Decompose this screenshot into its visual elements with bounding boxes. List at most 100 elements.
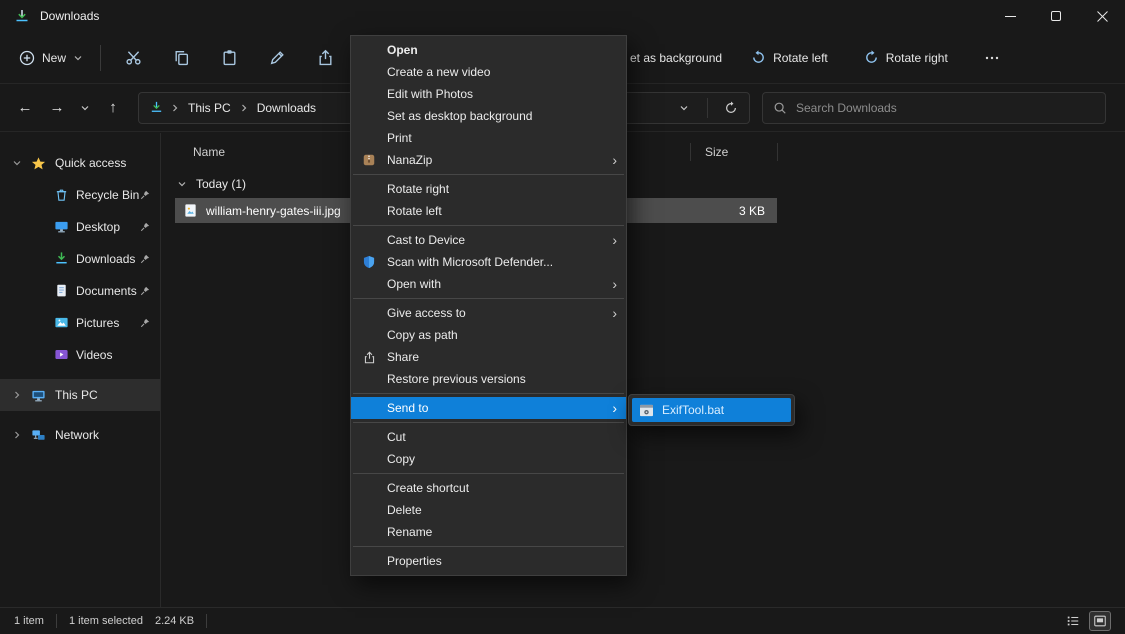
chevron-right-icon[interactable] (12, 390, 22, 400)
defender-shield-icon (361, 254, 377, 270)
column-header-size[interactable]: Size (705, 145, 728, 159)
menu-item-delete[interactable]: Delete (351, 499, 626, 521)
menu-item-set-as-desktop-background[interactable]: Set as desktop background (351, 105, 626, 127)
breadcrumb-downloads[interactable]: Downloads (255, 99, 318, 117)
search-icon (773, 101, 787, 115)
search-input[interactable] (796, 101, 1095, 115)
large-icons-view-button[interactable] (1089, 611, 1111, 631)
menu-item-send-to[interactable]: Send to › (351, 397, 626, 419)
new-button-label: New (42, 51, 66, 65)
paste-button[interactable] (208, 42, 250, 73)
selection-count: 1 item selected (69, 615, 143, 627)
rotate-right-button[interactable]: Rotate right (855, 43, 957, 72)
menu-item-copy-as-path[interactable]: Copy as path (351, 324, 626, 346)
maximize-button[interactable] (1033, 0, 1079, 32)
pin-icon (139, 221, 151, 233)
menu-item-open[interactable]: Open (351, 39, 626, 61)
search-box[interactable] (762, 92, 1106, 124)
group-header-today[interactable]: Today (1) (161, 177, 1125, 191)
chevron-down-icon[interactable] (177, 179, 187, 189)
this-pc-icon (31, 388, 46, 403)
titlebar: Downloads (0, 0, 1125, 32)
set-as-background-label[interactable]: et as background (630, 51, 722, 65)
forward-button[interactable]: → (42, 93, 72, 123)
menu-separator (353, 393, 624, 394)
cut-button[interactable] (112, 42, 154, 73)
submenu-arrow-icon: › (612, 399, 617, 417)
copy-button[interactable] (160, 42, 202, 73)
sidebar-item-videos[interactable]: Videos (0, 339, 160, 371)
submenu-arrow-icon: › (612, 151, 617, 169)
toolbar-divider (100, 45, 101, 71)
menu-item-cut[interactable]: Cut (351, 426, 626, 448)
menu-item-give-access-to[interactable]: Give access to › (351, 302, 626, 324)
menu-item-create-a-new-video[interactable]: Create a new video (351, 61, 626, 83)
menu-item-rename[interactable]: Rename (351, 521, 626, 543)
menu-item-label: Open with (387, 277, 441, 291)
menu-item-copy[interactable]: Copy (351, 448, 626, 470)
address-dropdown-button[interactable] (670, 95, 698, 121)
ellipsis-icon (984, 50, 1000, 66)
sidebar-item-downloads[interactable]: Downloads (0, 243, 160, 275)
details-view-button[interactable] (1062, 611, 1084, 631)
copy-icon (173, 49, 190, 66)
sidebar-item-documents[interactable]: Documents (0, 275, 160, 307)
sidebar-item-quick-access[interactable]: Quick access (0, 147, 160, 179)
menu-item-scan-with-defender[interactable]: Scan with Microsoft Defender... (351, 251, 626, 273)
menu-item-label: Cast to Device (387, 233, 465, 247)
share-button[interactable] (304, 42, 346, 73)
menu-item-rotate-left[interactable]: Rotate left (351, 200, 626, 222)
close-button[interactable] (1079, 0, 1125, 32)
address-divider (707, 98, 708, 118)
menu-item-properties[interactable]: Properties (351, 550, 626, 572)
rotate-left-button[interactable]: Rotate left (742, 43, 837, 72)
menu-item-nanazip[interactable]: NanaZip › (351, 149, 626, 171)
sidebar-item-this-pc[interactable]: This PC (0, 379, 160, 411)
menu-item-edit-with-photos[interactable]: Edit with Photos (351, 83, 626, 105)
pin-icon (139, 189, 151, 201)
breadcrumb-this-pc[interactable]: This PC (186, 99, 233, 117)
share-icon (361, 349, 377, 365)
menu-item-create-shortcut[interactable]: Create shortcut (351, 477, 626, 499)
new-button[interactable]: New (10, 43, 92, 73)
sidebar-item-pictures[interactable]: Pictures (0, 307, 160, 339)
submenu-item-exiftool[interactable]: ExifTool.bat (632, 398, 791, 422)
column-divider[interactable] (690, 143, 691, 161)
recycle-bin-icon (54, 187, 69, 202)
menu-item-label: Print (387, 131, 412, 145)
sidebar-item-network[interactable]: Network (0, 419, 160, 451)
network-icon (31, 428, 46, 443)
sidebar-item-recycle-bin[interactable]: Recycle Bin (0, 179, 160, 211)
see-more-button[interactable] (975, 43, 1009, 73)
menu-item-cast-to-device[interactable]: Cast to Device › (351, 229, 626, 251)
up-button[interactable]: ↑ (98, 93, 128, 123)
column-header-name[interactable]: Name (193, 145, 225, 159)
menu-item-print[interactable]: Print (351, 127, 626, 149)
breadcrumb-chevron-icon (240, 103, 248, 113)
column-divider[interactable] (777, 143, 778, 161)
downloads-folder-icon (14, 8, 30, 24)
menu-item-share[interactable]: Share (351, 346, 626, 368)
recent-locations-button[interactable] (74, 93, 96, 123)
selection-size: 2.24 KB (155, 615, 194, 627)
refresh-button[interactable] (717, 95, 745, 121)
chevron-right-icon[interactable] (12, 430, 22, 440)
chevron-down-icon[interactable] (12, 158, 22, 168)
menu-item-rotate-right[interactable]: Rotate right (351, 178, 626, 200)
sidebar-item-desktop[interactable]: Desktop (0, 211, 160, 243)
menu-item-label: Rotate left (387, 204, 442, 218)
menu-item-label: Edit with Photos (387, 87, 473, 101)
menu-item-label: Give access to (387, 306, 466, 320)
nanazip-icon (361, 152, 377, 168)
menu-separator (353, 225, 624, 226)
menu-item-open-with[interactable]: Open with › (351, 273, 626, 295)
menu-item-label: Copy (387, 452, 415, 466)
pin-icon (139, 317, 151, 329)
menu-item-restore-previous-versions[interactable]: Restore previous versions (351, 368, 626, 390)
back-button[interactable]: ← (10, 93, 40, 123)
column-headers: Name Size (161, 139, 1125, 165)
file-name: william-henry-gates-iii.jpg (206, 204, 341, 218)
rename-button[interactable] (256, 42, 298, 73)
minimize-button[interactable] (987, 0, 1033, 32)
toolbar-right-group: et as background Rotate left Rotate righ… (630, 32, 1009, 83)
